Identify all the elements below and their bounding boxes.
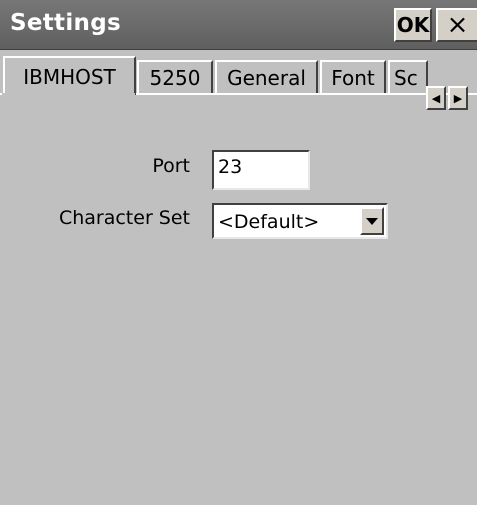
close-button[interactable]: × — [436, 8, 477, 42]
tab-general[interactable]: General — [215, 60, 318, 94]
close-icon: × — [446, 10, 469, 40]
tab-font[interactable]: Font — [320, 60, 386, 94]
title-bar: Settings OK × — [0, 0, 477, 50]
window-title: Settings — [10, 10, 121, 36]
tab-ibmhost[interactable]: IBMHOST — [3, 56, 136, 95]
character-set-value: <Default> — [218, 211, 320, 233]
active-tab-gap — [2, 93, 135, 95]
port-label: Port — [152, 155, 190, 177]
port-field[interactable]: 23 — [212, 150, 310, 190]
ok-button[interactable]: OK — [394, 8, 432, 42]
tab-5250[interactable]: 5250 — [137, 60, 213, 94]
character-set-label: Character Set — [58, 207, 190, 229]
chevron-down-icon — [366, 217, 378, 225]
tab-scroll-left-button[interactable]: ◀ — [426, 86, 446, 110]
character-set-select[interactable]: <Default> — [212, 203, 388, 239]
arrow-right-icon: ▶ — [453, 91, 463, 105]
tab-strip: IBMHOST 5250 General Font Sc — [0, 50, 477, 95]
arrow-left-icon: ◀ — [431, 91, 441, 105]
dropdown-button[interactable] — [360, 207, 384, 235]
tab-scroll-right-button[interactable]: ▶ — [448, 86, 468, 110]
tab-sc[interactable]: Sc — [388, 60, 428, 94]
